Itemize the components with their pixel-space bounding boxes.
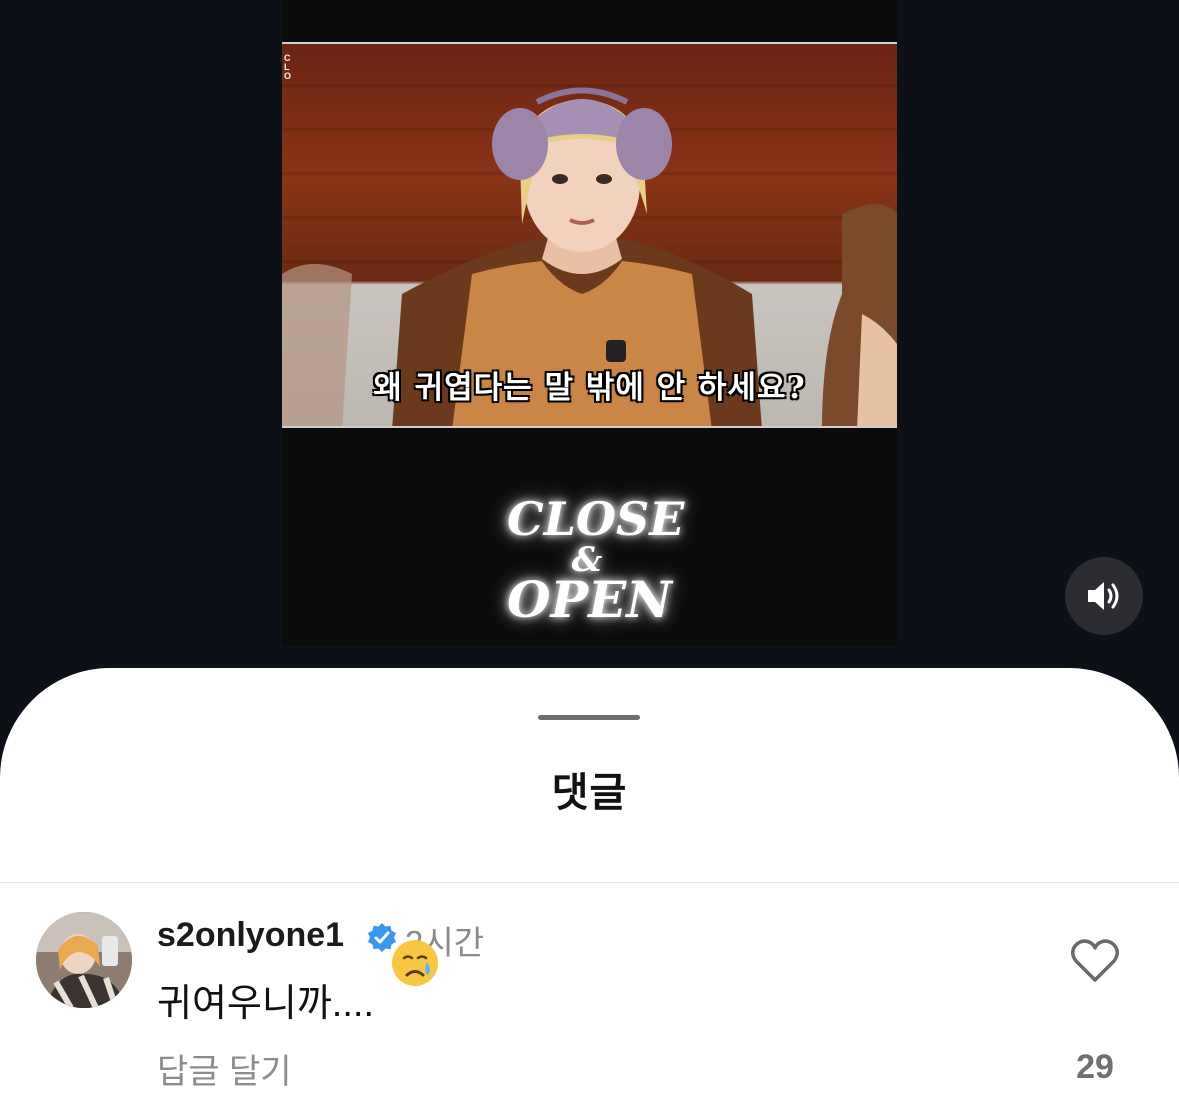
video-subtitle: 왜 귀엽다는 말 밖에 안 하세요? bbox=[373, 370, 806, 406]
reply-button[interactable]: 답글 달기 bbox=[157, 1044, 292, 1093]
comment-item: s2onlyone1 2시간 귀여우니까.... 답글 달기 29 bbox=[0, 900, 1179, 1120]
video-frame[interactable]: CLO 왜 귀엽다는 말 밖에 안 하세요? CLOSE & OPEN bbox=[282, 0, 897, 646]
sheet-title: 댓글 bbox=[551, 771, 628, 815]
speaker-volume-icon bbox=[1088, 582, 1119, 610]
comment-username[interactable]: s2onlyone1 bbox=[157, 916, 344, 955]
divider bbox=[0, 882, 1179, 883]
comment-text: 귀여우니까.... bbox=[157, 983, 375, 1025]
video-still: CLO 왜 귀엽다는 말 밖에 안 하세요? bbox=[282, 42, 897, 428]
sheet-drag-handle[interactable] bbox=[538, 715, 640, 720]
like-count: 29 bbox=[1076, 1048, 1114, 1086]
close-open-logo: CLOSE & OPEN bbox=[507, 492, 685, 629]
mute-toggle-button[interactable] bbox=[1065, 557, 1143, 635]
reel-video-area[interactable]: CLO 왜 귀엽다는 말 밖에 안 하세요? CLOSE & OPEN bbox=[0, 0, 1179, 690]
heart-outline-icon[interactable] bbox=[1070, 938, 1120, 984]
comments-sheet: 댓글 s2onlyone1 2시간 귀여우니까.... 답글 달기 29 bbox=[0, 668, 1179, 1120]
avatar[interactable] bbox=[36, 912, 132, 1008]
crying-face-emoji-icon bbox=[392, 940, 438, 986]
